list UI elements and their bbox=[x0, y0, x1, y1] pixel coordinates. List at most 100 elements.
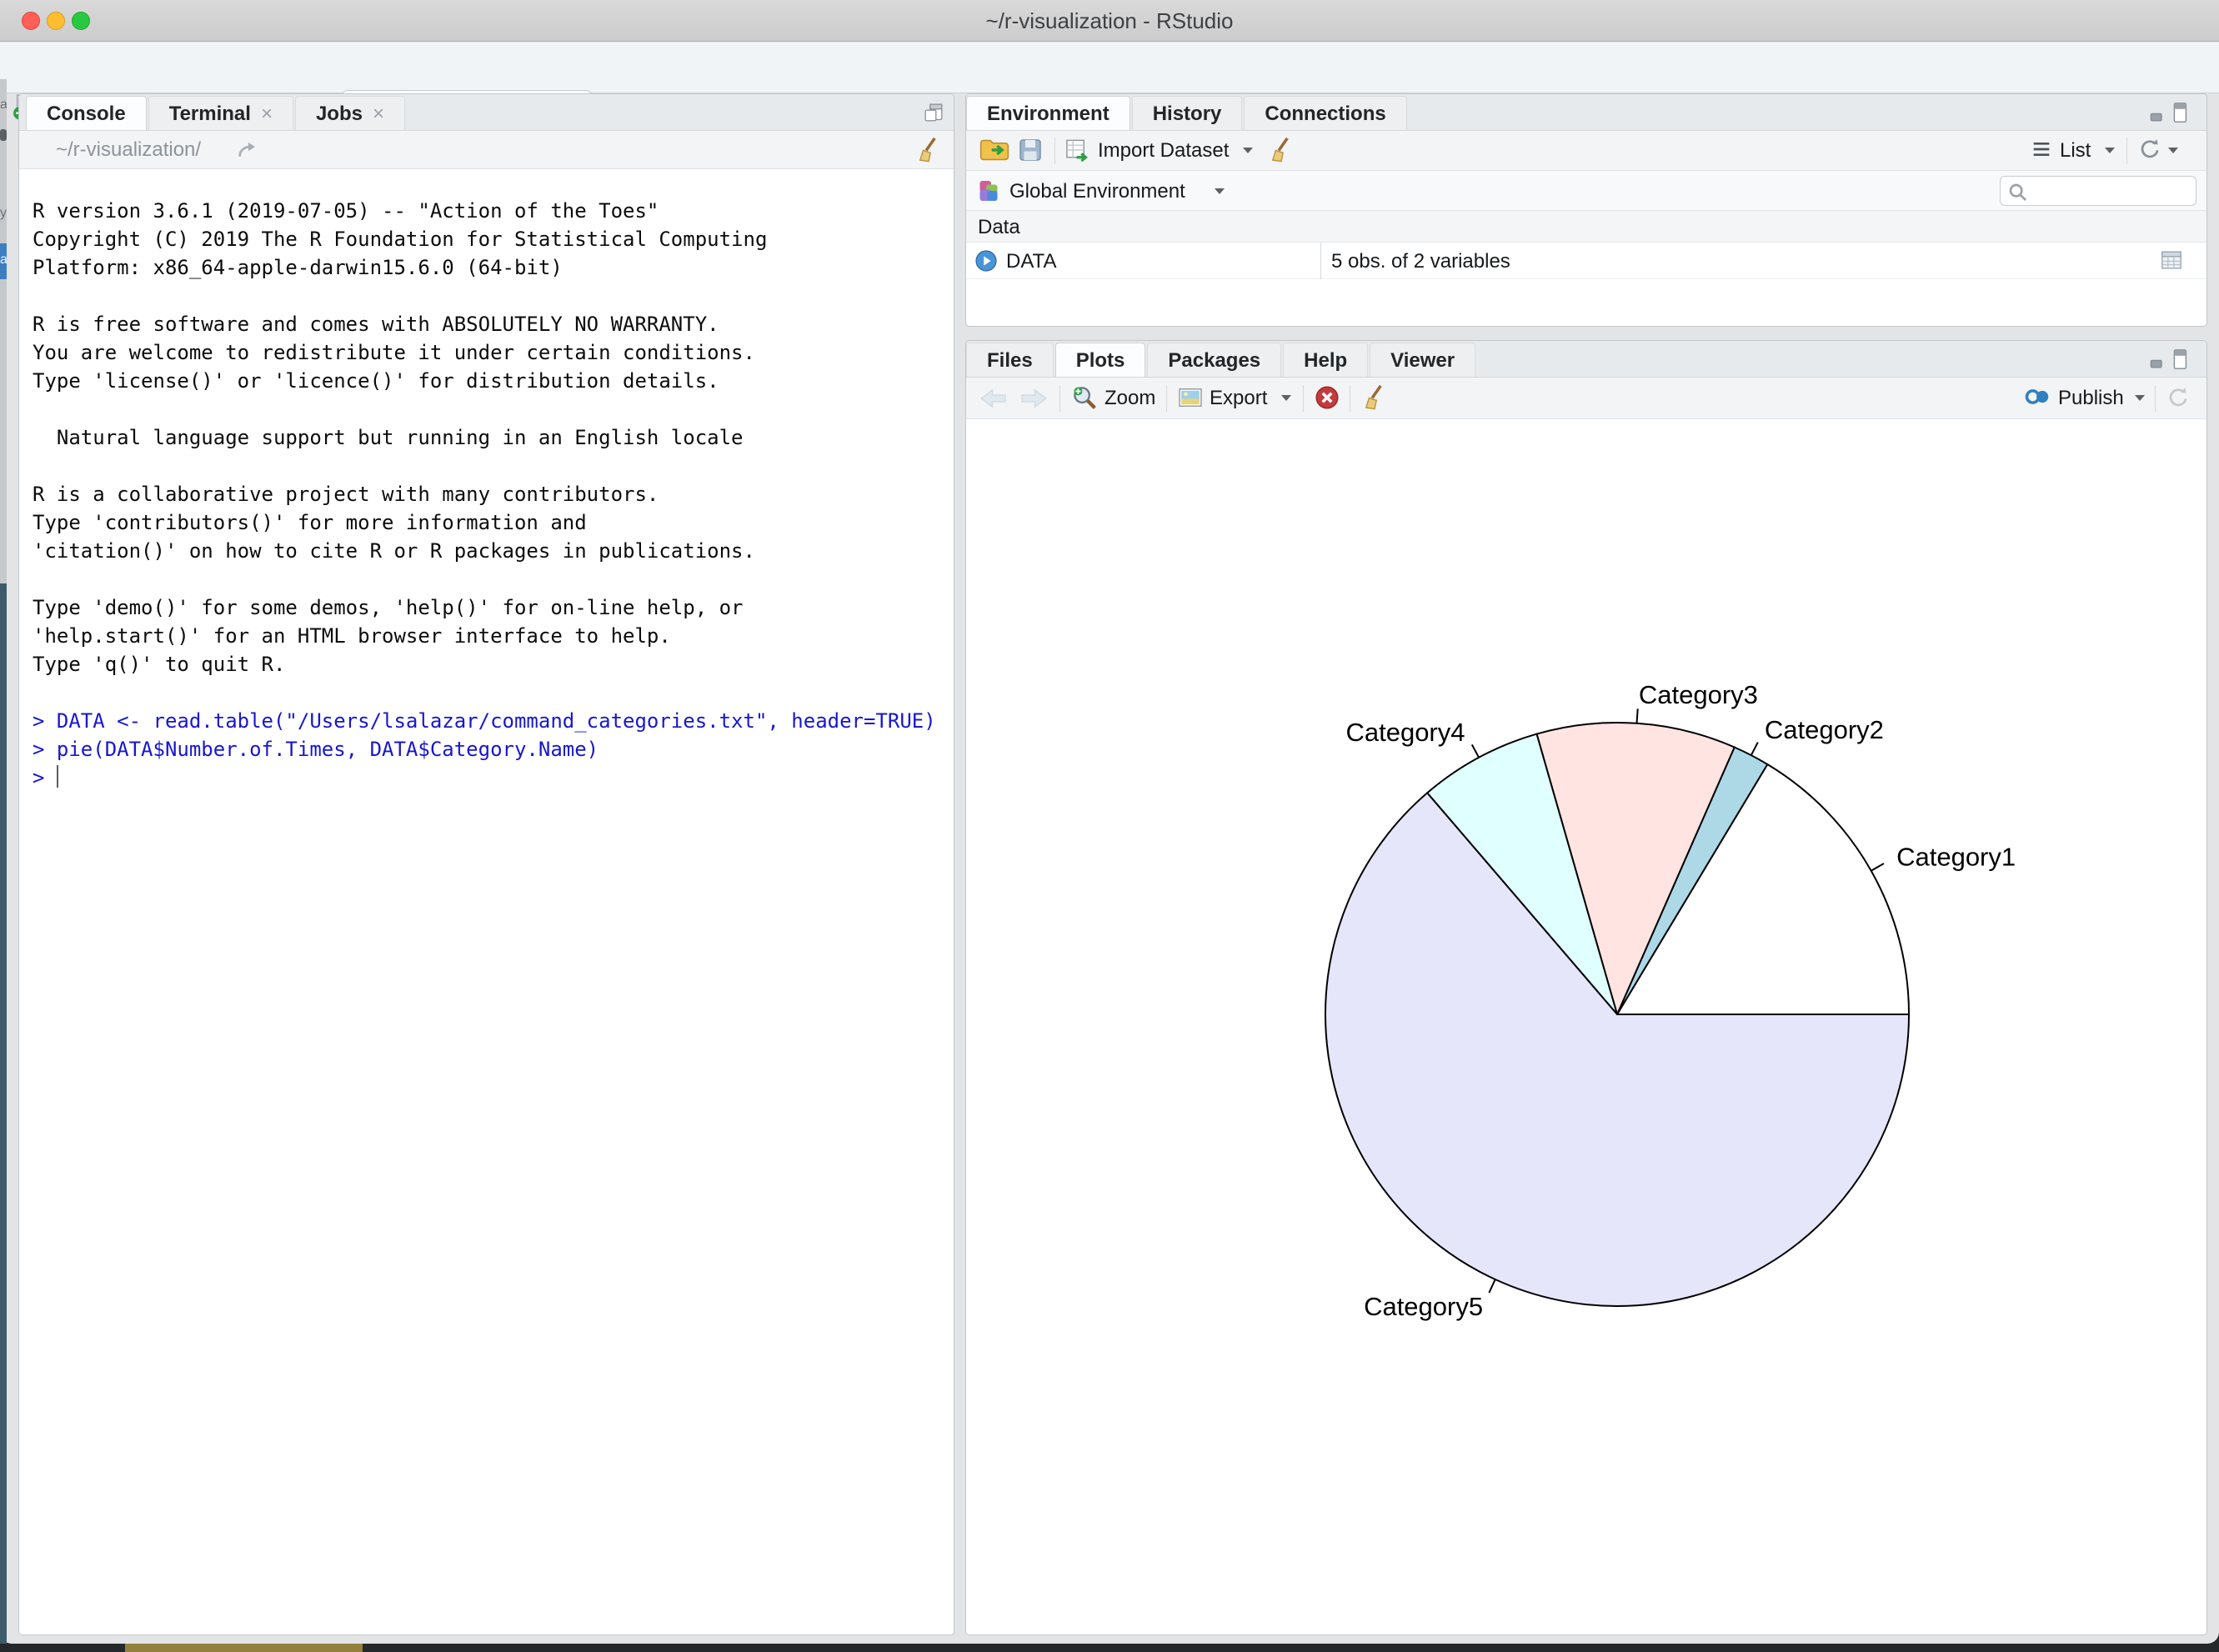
console-line: Type 'q()' to quit R. bbox=[33, 650, 954, 678]
minimize-pane-icon bbox=[2151, 360, 2161, 367]
pie-label-tick bbox=[1871, 864, 1884, 871]
tab-files[interactable]: Files bbox=[966, 343, 1054, 377]
console-line: You are welcome to redistribute it under… bbox=[33, 338, 954, 367]
pane-minmax-icons[interactable] bbox=[2148, 101, 2198, 128]
text-cursor bbox=[57, 765, 58, 788]
toolbar-separator bbox=[1059, 385, 1060, 412]
environment-pane: Environment History Connections Import D… bbox=[965, 93, 2207, 327]
search-icon bbox=[2007, 182, 2027, 202]
table-row[interactable]: DATA 5 obs. of 2 variables bbox=[966, 243, 2206, 279]
tab-history[interactable]: History bbox=[1132, 96, 1243, 130]
close-icon[interactable]: × bbox=[373, 103, 384, 125]
tab-connections[interactable]: Connections bbox=[1244, 96, 1406, 130]
publish-caret[interactable] bbox=[2135, 395, 2145, 406]
object-name[interactable]: DATA bbox=[1006, 250, 1056, 273]
load-workspace-icon[interactable] bbox=[979, 138, 1009, 167]
next-plot-icon[interactable] bbox=[1019, 388, 1048, 413]
goto-directory-icon[interactable] bbox=[238, 140, 259, 164]
console-line: > bbox=[33, 763, 954, 792]
pie-label-tick bbox=[1637, 708, 1638, 723]
console-line bbox=[33, 282, 954, 310]
tab-terminal[interactable]: Terminal × bbox=[148, 96, 293, 130]
save-workspace-icon[interactable] bbox=[1018, 138, 1043, 167]
background-sliver-dot bbox=[0, 129, 7, 141]
console-line: R is a collaborative project with many c… bbox=[33, 480, 954, 508]
import-dataset-button[interactable]: Import Dataset bbox=[1098, 139, 1229, 163]
console-line: Type 'demo()' for some demos, 'help()' f… bbox=[33, 593, 954, 622]
pie-label: Category3 bbox=[1639, 680, 1758, 709]
environment-scope-caret[interactable] bbox=[1215, 188, 1225, 199]
plots-pane: Files Plots Packages Help Viewer Zoom bbox=[965, 340, 2207, 1635]
clear-console-icon[interactable] bbox=[915, 136, 942, 167]
pie-label: Category4 bbox=[1345, 718, 1465, 747]
console-line: > DATA <- read.table("/Users/lsalazar/co… bbox=[33, 707, 954, 735]
export-plot-caret[interactable] bbox=[1281, 395, 1291, 406]
tab-packages[interactable]: Packages bbox=[1147, 343, 1281, 377]
console-line: R version 3.6.1 (2019-07-05) -- "Action … bbox=[33, 197, 954, 225]
zoom-plot-icon[interactable] bbox=[1071, 384, 1098, 415]
pie-chart-svg: Category1Category2Category3Category4Cate… bbox=[966, 419, 2206, 1634]
tab-jobs[interactable]: Jobs × bbox=[295, 96, 405, 130]
clear-plots-icon[interactable] bbox=[1361, 383, 1388, 414]
previous-plot-icon[interactable] bbox=[979, 388, 1008, 413]
background-bottom-strip bbox=[0, 1644, 2219, 1652]
pane-restore-icon[interactable] bbox=[922, 101, 945, 128]
environment-tabstrip: Environment History Connections bbox=[966, 94, 2206, 131]
refresh-environment-icon[interactable] bbox=[2138, 138, 2161, 165]
tab-label: Jobs bbox=[316, 103, 363, 125]
zoom-plot-button[interactable]: Zoom bbox=[1104, 387, 1155, 410]
toolbar-separator bbox=[1303, 385, 1304, 412]
tab-plots[interactable]: Plots bbox=[1055, 343, 1146, 377]
working-directory: ~/r-visualization/ bbox=[56, 138, 201, 162]
rstudio-window: ~/r-visualization - RStudio R bbox=[0, 0, 2219, 1644]
tab-label: Help bbox=[1304, 349, 1347, 372]
tab-label: Terminal bbox=[169, 103, 251, 125]
refresh-plot-icon[interactable] bbox=[2166, 386, 2190, 413]
pie-label: Category2 bbox=[1765, 715, 1884, 744]
publish-icon[interactable] bbox=[2025, 387, 2050, 411]
minimize-pane-icon bbox=[2151, 113, 2161, 120]
tab-label: History bbox=[1153, 103, 1222, 125]
console-line bbox=[33, 452, 954, 480]
pie-label: Category1 bbox=[1896, 842, 2016, 871]
title-bar: ~/r-visualization - RStudio bbox=[0, 0, 2219, 42]
pie-label-tick bbox=[1472, 744, 1479, 757]
console-line: Natural language support but running in … bbox=[33, 423, 954, 452]
view-data-grid-icon[interactable] bbox=[2160, 249, 2183, 275]
console-line bbox=[33, 565, 954, 593]
tab-console[interactable]: Console bbox=[26, 96, 147, 130]
toolbar-separator bbox=[2155, 385, 2156, 412]
toolbar-separator bbox=[1054, 138, 1055, 164]
import-dataset-caret[interactable] bbox=[1243, 148, 1253, 158]
publish-button[interactable]: Publish bbox=[2058, 387, 2124, 410]
tab-label: Console bbox=[47, 103, 126, 125]
window-title: ~/r-visualization - RStudio bbox=[0, 0, 2219, 42]
import-dataset-icon[interactable] bbox=[1064, 138, 1091, 167]
export-plot-button[interactable]: Export bbox=[1210, 387, 1267, 410]
background-sliver-dark bbox=[0, 583, 7, 1644]
environment-scope-selector[interactable]: Global Environment bbox=[1009, 180, 1185, 203]
environment-search[interactable] bbox=[2000, 176, 2196, 206]
export-plot-icon[interactable] bbox=[1178, 387, 1203, 413]
pane-minmax-icons[interactable] bbox=[2148, 348, 2198, 375]
close-icon[interactable]: × bbox=[261, 103, 273, 125]
plots-tabstrip: Files Plots Packages Help Viewer bbox=[966, 341, 2206, 378]
object-value: 5 obs. of 2 variables bbox=[1331, 250, 1510, 273]
clear-objects-icon[interactable] bbox=[1268, 136, 1295, 167]
refresh-environment-caret[interactable] bbox=[2168, 148, 2178, 158]
list-view-caret[interactable] bbox=[2105, 148, 2115, 158]
remove-plot-icon[interactable] bbox=[1315, 385, 1340, 414]
list-view-icon[interactable] bbox=[2031, 141, 2051, 162]
list-view-button[interactable]: List bbox=[2060, 139, 2091, 163]
background-letter: a bbox=[0, 98, 7, 113]
tab-viewer[interactable]: Viewer bbox=[1370, 343, 1475, 377]
tab-environment[interactable]: Environment bbox=[966, 96, 1130, 130]
tab-help[interactable]: Help bbox=[1283, 343, 1368, 377]
console-output[interactable]: R version 3.6.1 (2019-07-05) -- "Action … bbox=[19, 169, 954, 1634]
console-line: Copyright (C) 2019 The R Foundation for … bbox=[33, 225, 954, 253]
console-line: R is free software and comes with ABSOLU… bbox=[33, 310, 954, 338]
global-environment-icon bbox=[976, 178, 1001, 208]
console-line: > pie(DATA$Number.of.Times, DATA$Categor… bbox=[33, 735, 954, 763]
expand-object-icon[interactable] bbox=[974, 249, 998, 277]
tab-label: Plots bbox=[1076, 349, 1125, 372]
